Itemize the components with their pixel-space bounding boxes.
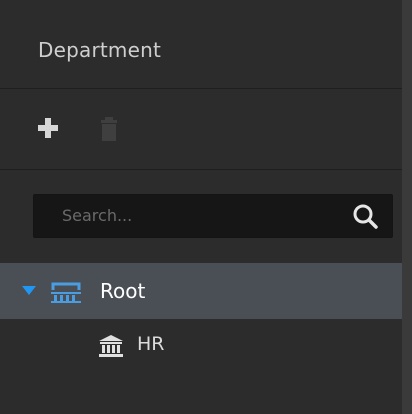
search-field[interactable]: Search... [33, 194, 393, 238]
search-icon[interactable] [352, 203, 378, 229]
search-input[interactable]: Search... [62, 206, 132, 225]
tree-item-root[interactable]: Root [0, 263, 402, 319]
department-panel: Department Search... Root HR [0, 0, 402, 414]
org-icon [51, 282, 81, 303]
institution-icon [99, 335, 123, 357]
add-department-button[interactable] [38, 118, 58, 138]
panel-title: Department [38, 38, 162, 62]
panel-header: Department [0, 0, 402, 89]
scrollbar-gutter[interactable] [402, 0, 412, 414]
delete-department-button[interactable] [99, 116, 119, 142]
tree-item-hr[interactable]: HR [0, 319, 402, 375]
tree-item-label-root[interactable]: Root [100, 279, 145, 303]
trash-icon [101, 117, 117, 141]
department-toolbar [0, 89, 402, 170]
expand-caret-icon[interactable] [22, 286, 36, 295]
tree-item-label-hr[interactable]: HR [137, 333, 165, 355]
